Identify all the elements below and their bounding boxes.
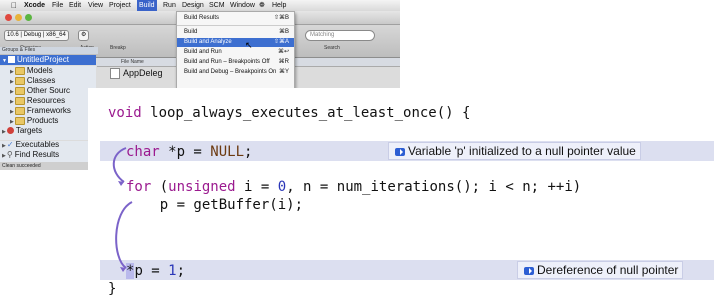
menu-item-build-and-debug[interactable]: Build and Debug – Breakpoints On ⌘Y [177, 68, 294, 77]
menu-item-build-and-run-breakpoints-off[interactable]: Build and Run – Breakpoints Off ⌘R [177, 58, 294, 67]
menu-item-build-and-analyze[interactable]: Build and Analyze ⇧⌘A [177, 38, 294, 47]
menu-project[interactable]: Project [107, 0, 133, 11]
sidebar-item-project[interactable]: ▼ UntitledProject [2, 55, 69, 66]
folder-icon [14, 76, 25, 85]
close-window-button[interactable] [5, 14, 12, 21]
breakpoints-label: Breakp [110, 45, 126, 51]
disclosure-triangle-icon[interactable]: ▶ [10, 79, 14, 85]
menu-edit[interactable]: Edit [67, 0, 83, 11]
menu-file[interactable]: File [50, 0, 65, 11]
script-menu-icon[interactable]: ❁ [257, 0, 267, 11]
build-menu-dropdown: Build Results ⇧⌘B Build ⌘B Build and Analy… [176, 11, 295, 95]
target-icon [6, 127, 14, 135]
disclosure-triangle-icon[interactable]: ▶ [2, 143, 6, 149]
folder-icon [14, 66, 25, 75]
menu-item-build[interactable]: Build ⌘B [177, 28, 294, 37]
disclosure-triangle-icon[interactable]: ▼ [2, 58, 7, 64]
menu-item-build-results[interactable]: Build Results ⇧⌘B [177, 14, 294, 23]
menu-scm[interactable]: SCM [207, 0, 227, 11]
sidebar-tree: ▶ Models ▶ Classes ▶ Other Sourc ▶ Resources… [0, 66, 96, 140]
file-name-column-header[interactable]: File Name [121, 59, 144, 65]
disclosure-triangle-icon[interactable]: ▶ [10, 109, 14, 115]
menu-app-name[interactable]: Xcode [22, 0, 47, 11]
menu-help[interactable]: Help [270, 0, 288, 11]
file-list-row[interactable]: AppDeleg [110, 68, 163, 80]
groups-files-header: Groups & Files [0, 47, 98, 54]
magnifier-icon: ⚲ [6, 150, 13, 159]
disclosure-triangle-icon[interactable]: ▶ [2, 129, 6, 135]
flow-arrow-2 [115, 201, 133, 269]
disclosure-triangle-icon[interactable]: ▶ [10, 89, 14, 95]
menu-build[interactable]: Build [137, 0, 157, 11]
sidebar-item-find-results[interactable]: ▶⚲ Find Results [2, 150, 59, 161]
search-field[interactable]: Matching [305, 30, 375, 41]
disclosure-triangle-icon[interactable]: ▶ [10, 99, 14, 105]
file-name: AppDeleg [123, 68, 163, 78]
folder-icon [14, 106, 25, 115]
menu-design[interactable]: Design [180, 0, 206, 11]
flow-arrow-1 [112, 147, 127, 183]
apple-menu-icon[interactable]:  [9, 0, 19, 11]
disclosure-triangle-icon[interactable]: ▶ [10, 69, 14, 75]
zoom-window-button[interactable] [25, 14, 32, 21]
menu-view[interactable]: View [86, 0, 105, 11]
control-flow-arrows [112, 147, 133, 272]
action-popup[interactable]: ⚙ [78, 30, 90, 41]
search-label: Search [324, 45, 340, 51]
folder-icon [14, 116, 25, 125]
folder-icon [14, 96, 25, 105]
minimize-window-button[interactable] [15, 14, 22, 21]
menu-window[interactable]: Window [228, 0, 257, 11]
folder-icon [14, 86, 25, 95]
menu-run[interactable]: Run [161, 0, 178, 11]
source-file-icon [110, 68, 120, 80]
disclosure-triangle-icon[interactable]: ▶ [10, 119, 14, 125]
sidebar-item-targets[interactable]: ▶ Targets [2, 126, 42, 137]
overview-popup[interactable]: 10.6 | Debug | x86_64 [4, 30, 69, 41]
executable-icon: ✓ [6, 140, 14, 149]
menu-item-build-and-run[interactable]: Build and Run ⌘↩ [177, 48, 294, 57]
disclosure-triangle-icon[interactable]: ▶ [2, 153, 6, 159]
status-bar: Clean succeeded [0, 162, 88, 170]
menu-separator [177, 25, 294, 26]
sidebar-selected-row[interactable]: ▼ UntitledProject [0, 55, 96, 65]
code-editor: void loop_always_executes_at_least_once(… [88, 88, 717, 307]
project-icon [7, 56, 15, 64]
mouse-pointer-icon: ↖ [245, 40, 253, 50]
